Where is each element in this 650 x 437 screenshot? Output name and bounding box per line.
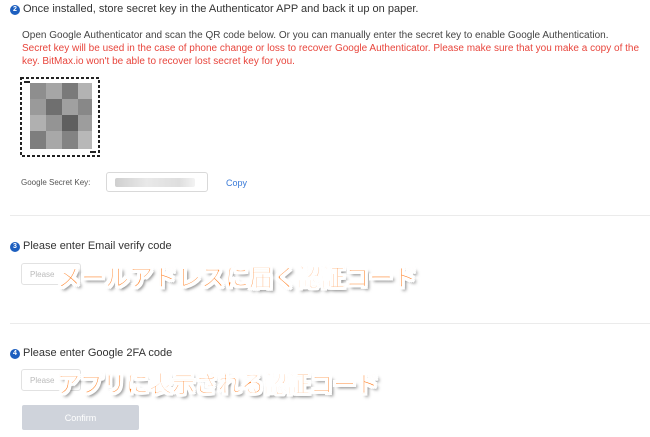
email-code-overlay-caption: メールアドレスに届く認証コード [57, 264, 418, 293]
step-2-warning-line-1: Secret key will be used in the case of p… [22, 43, 640, 54]
section-divider-2 [10, 323, 650, 324]
secret-key-field[interactable] [106, 172, 208, 192]
confirm-button[interactable]: Confirm [22, 405, 139, 430]
secret-key-value-blurred [115, 178, 195, 187]
step-3-badge: 3 [10, 242, 20, 252]
step-4-badge: 4 [10, 349, 20, 359]
qr-code-pixelated [20, 77, 100, 157]
step-4-title: Please enter Google 2FA code [23, 347, 173, 359]
2fa-code-overlay-caption: アプリに表示される認証コード [57, 372, 380, 399]
section-divider-1 [10, 215, 650, 216]
secret-key-label: Google Secret Key: [21, 178, 91, 187]
step-2-warning-line-2: key. BitMax.io won't be able to recover … [22, 56, 295, 67]
step-2-badge: 2 [10, 5, 20, 15]
copy-secret-key-link[interactable]: Copy [226, 178, 247, 188]
step-3-title: Please enter Email verify code [23, 240, 172, 252]
qr-code [20, 77, 100, 157]
step-2-title: Once installed, store secret key in the … [23, 3, 419, 15]
step-2-instruction: Open Google Authenticator and scan the Q… [22, 30, 609, 41]
